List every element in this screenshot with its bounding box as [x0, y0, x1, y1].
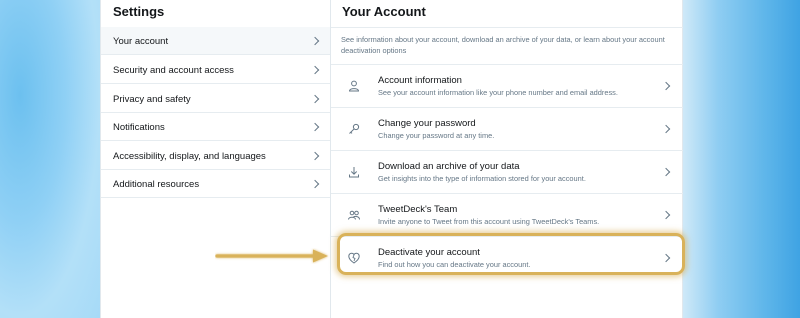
- section-title: Your Account: [342, 4, 426, 19]
- nav-item-your-account[interactable]: Your account: [101, 27, 330, 55]
- nav-item-label: Additional resources: [113, 179, 200, 190]
- row-title: Change your password: [378, 118, 476, 129]
- chevron-right-icon: [310, 36, 320, 46]
- nav-item-accessibility[interactable]: Accessibility, display, and languages: [101, 142, 330, 170]
- settings-title: Settings: [113, 4, 165, 19]
- account-information-row[interactable]: Account information See your account inf…: [331, 65, 683, 108]
- row-title: TweetDeck's Team: [378, 204, 458, 215]
- row-title: Download an archive of your data: [378, 161, 520, 172]
- section-intro: See information about your account, down…: [341, 35, 665, 55]
- nav-item-security[interactable]: Security and account access: [101, 56, 330, 84]
- chevron-right-icon: [310, 65, 320, 75]
- chevron-right-icon: [310, 94, 320, 104]
- download-archive-row[interactable]: Download an archive of your data Get ins…: [331, 151, 683, 194]
- nav-item-label: Your account: [113, 36, 169, 47]
- user-icon: [348, 80, 360, 92]
- chevron-right-icon: [661, 81, 671, 91]
- divider: [331, 27, 683, 28]
- row-description: Get insights into the type of informatio…: [378, 174, 586, 183]
- row-description: Change your password at any time.: [378, 131, 495, 140]
- nav-item-label: Accessibility, display, and languages: [113, 151, 266, 162]
- background-right: [683, 0, 800, 318]
- nav-item-label: Security and account access: [113, 65, 234, 76]
- chevron-right-icon: [661, 210, 671, 220]
- deactivate-highlight-outline: [337, 233, 685, 275]
- nav-item-label: Privacy and safety: [113, 94, 191, 105]
- tweetdeck-team-row[interactable]: TweetDeck's Team Invite anyone to Tweet …: [331, 194, 683, 237]
- chevron-right-icon: [310, 151, 320, 161]
- row-description: See your account information like your p…: [378, 88, 618, 97]
- background-left: [0, 0, 100, 318]
- nav-item-label: Notifications: [113, 122, 165, 133]
- chevron-right-icon: [661, 124, 671, 134]
- nav-item-notifications[interactable]: Notifications: [101, 113, 330, 141]
- chevron-right-icon: [661, 167, 671, 177]
- settings-nav: Settings Your account Security and accou…: [101, 0, 331, 318]
- chevron-right-icon: [310, 122, 320, 132]
- row-title: Account information: [378, 75, 462, 86]
- row-description: Invite anyone to Tweet from this account…: [378, 217, 600, 226]
- nav-item-additional-resources[interactable]: Additional resources: [101, 170, 330, 198]
- change-password-row[interactable]: Change your password Change your passwor…: [331, 108, 683, 151]
- team-icon: [348, 210, 360, 220]
- key-icon: [349, 123, 360, 134]
- pointer-arrow-icon: [215, 249, 328, 263]
- chevron-right-icon: [310, 179, 320, 189]
- nav-item-privacy[interactable]: Privacy and safety: [101, 85, 330, 113]
- download-icon: [349, 167, 359, 178]
